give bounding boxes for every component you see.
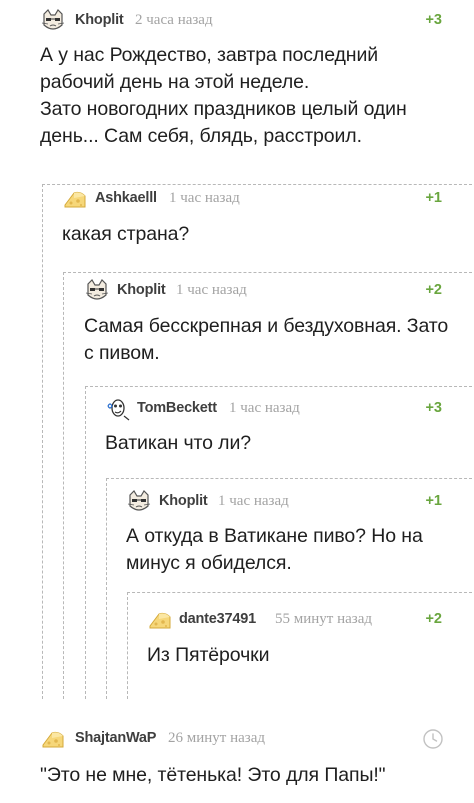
comment-time[interactable]: 1 час назад <box>218 493 289 510</box>
cheese-avatar-icon <box>42 731 64 748</box>
comment: Khoplit 1 час назад +1 А откуда в Ватика… <box>126 489 474 589</box>
comment-header: TomBeckett 1 час назад +3 <box>105 396 474 424</box>
thread-branch-line[interactable] <box>106 478 107 699</box>
comment-author[interactable]: Khoplit <box>117 282 166 298</box>
comment-text: Самая бесскрепная и бездуховная. Зато с … <box>84 315 449 364</box>
pending-rating <box>422 728 444 750</box>
comment-author[interactable]: TomBeckett <box>137 400 217 416</box>
comment-author[interactable]: dante37491 <box>179 611 256 627</box>
avatar[interactable] <box>62 186 88 212</box>
comment-header: Khoplit 1 час назад +1 <box>126 489 474 517</box>
comment: Khoplit 1 час назад +2 Самая бесскрепная… <box>84 278 474 378</box>
thread-branch-connector <box>85 386 472 387</box>
comment-rating: +1 <box>425 493 442 509</box>
comment-author[interactable]: ShajtanWaP <box>75 730 156 746</box>
comment-time[interactable]: 1 час назад <box>229 400 300 417</box>
comment-author[interactable]: Khoplit <box>75 12 124 28</box>
comment: ShajtanWaP 26 минут назад "Это не мне, т… <box>40 726 474 796</box>
thread-branch-line[interactable] <box>42 184 43 699</box>
cat-avatar-icon <box>127 490 151 511</box>
comment-time[interactable]: 2 часа назад <box>135 12 213 29</box>
avatar[interactable] <box>84 278 110 304</box>
cheese-avatar-icon <box>64 191 86 208</box>
comment-rating: +3 <box>425 12 442 28</box>
thread-branch-connector <box>42 184 472 185</box>
thread-branch-connector <box>63 272 472 273</box>
comment-author[interactable]: Khoplit <box>159 493 208 509</box>
comment-author[interactable]: Ashkaelll <box>95 190 157 206</box>
comment-time[interactable]: 1 час назад <box>169 190 240 207</box>
avatar[interactable] <box>147 607 173 633</box>
thread-branch-connector <box>127 592 472 593</box>
comment-header: ShajtanWaP 26 минут назад <box>40 726 474 754</box>
comment-time[interactable]: 55 минут назад <box>275 611 372 628</box>
comment-rating: +3 <box>425 400 442 416</box>
comment-text: Ватикан что ли? <box>105 432 251 454</box>
comment: dante37491 55 минут назад +2 Из Пятёрочк… <box>147 607 474 677</box>
comment: TomBeckett 1 час назад +3 Ватикан что ли… <box>105 396 474 466</box>
comment-header: Khoplit 1 час назад +2 <box>84 278 474 306</box>
avatar[interactable] <box>40 726 66 752</box>
comment-header: dante37491 55 минут назад +2 <box>147 607 474 635</box>
thread-branch-line[interactable] <box>85 386 86 699</box>
comment-time[interactable]: 26 минут назад <box>168 730 265 747</box>
comment-rating: +2 <box>425 611 442 627</box>
cat-avatar-icon <box>85 279 109 300</box>
comment-text: Из Пятёрочки <box>147 644 270 666</box>
comment-text: какая страна? <box>62 223 190 245</box>
comment-text: "Это не мне, тётенька! Это для Папы!" <box>40 764 386 786</box>
clock-icon <box>423 729 443 749</box>
cheese-avatar-icon <box>149 612 171 629</box>
thread-branch-line[interactable] <box>63 272 64 699</box>
avatar[interactable] <box>126 489 152 515</box>
comment: Khoplit 2 часа назад +3 А у нас Рождеств… <box>40 8 474 158</box>
comment: Ashkaelll 1 час назад +1 какая страна? <box>62 186 474 252</box>
comment-header: Khoplit 2 часа назад +3 <box>40 8 474 36</box>
avatar[interactable] <box>105 396 131 422</box>
cat-avatar-icon <box>41 9 65 30</box>
comment-text: А откуда в Ватикане пиво? Но на минус я … <box>126 525 423 574</box>
comment-header: Ashkaelll 1 час назад +1 <box>62 186 474 214</box>
comment-text: А у нас Рождество, завтра последний рабо… <box>40 44 407 147</box>
sketch-face-avatar-icon <box>107 399 130 421</box>
comment-rating: +2 <box>425 282 442 298</box>
avatar[interactable] <box>40 8 66 34</box>
thread-branch-line[interactable] <box>127 592 128 699</box>
comment-time[interactable]: 1 час назад <box>176 282 247 299</box>
comment-rating: +1 <box>425 190 442 206</box>
thread-branch-connector <box>106 478 472 479</box>
